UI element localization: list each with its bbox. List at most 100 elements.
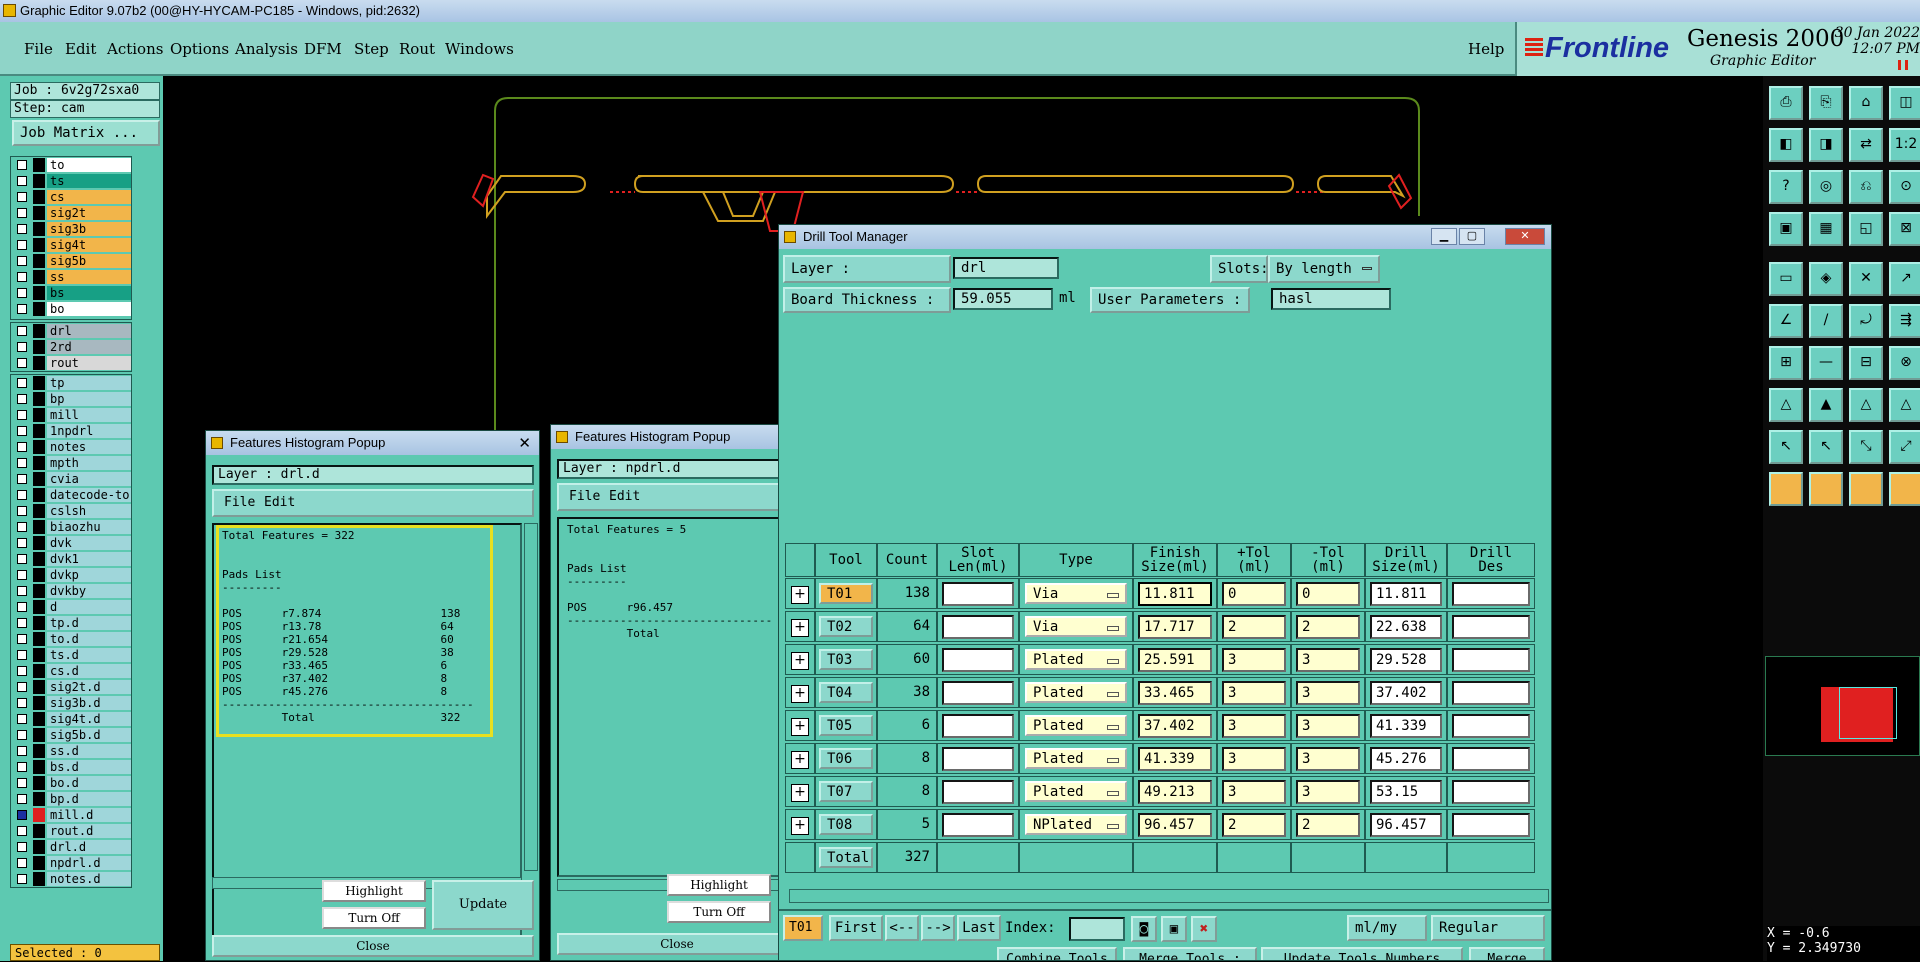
tool-button[interactable]: ⎙	[1769, 86, 1803, 120]
tool-button[interactable]	[1769, 472, 1803, 506]
drill-size-input[interactable]: 11.811	[1370, 582, 1442, 606]
layer-row[interactable]: drl	[11, 323, 131, 339]
update-tools-numbers-button[interactable]: Update Tools Numbers	[1261, 947, 1463, 960]
tool-name[interactable]: T08	[819, 814, 873, 835]
layer-checkbox[interactable]	[17, 794, 27, 804]
type-select[interactable]: Plated	[1025, 682, 1127, 703]
finish-size-input[interactable]: 96.457	[1138, 813, 1212, 837]
histogram-menu-edit[interactable]: Edit	[609, 489, 640, 504]
layer-checkbox[interactable]	[17, 762, 27, 772]
tool-button[interactable]: ↗	[1889, 262, 1920, 296]
layer-row[interactable]: sig3b	[11, 221, 131, 237]
tool-button[interactable]	[1849, 472, 1883, 506]
type-select[interactable]: Plated	[1025, 715, 1127, 736]
layer-checkbox[interactable]	[17, 826, 27, 836]
tool-name[interactable]: T06	[819, 748, 873, 769]
drill-size-input[interactable]: 45.276	[1370, 747, 1442, 771]
update-button[interactable]: Update	[432, 880, 534, 930]
tool-button[interactable]: ⊠	[1889, 212, 1920, 246]
drill-des-input[interactable]	[1452, 747, 1530, 771]
tool-button[interactable]: △	[1849, 388, 1883, 422]
finish-size-input[interactable]: 41.339	[1138, 747, 1212, 771]
tool-button[interactable]: ⌂	[1849, 86, 1883, 120]
menu-options[interactable]: Options	[170, 40, 229, 58]
layer-checkbox[interactable]	[17, 326, 27, 336]
minus-tol-input[interactable]: 3	[1296, 714, 1360, 738]
layer-checkbox[interactable]	[17, 358, 27, 368]
turn-off-button[interactable]: Turn Off	[667, 901, 771, 923]
slot-len-input[interactable]	[942, 813, 1014, 837]
layer-row[interactable]: sig2t.d	[11, 679, 131, 695]
last-button[interactable]: Last	[957, 915, 1001, 941]
layer-checkbox[interactable]	[17, 570, 27, 580]
layer-row[interactable]: to.d	[11, 631, 131, 647]
layer-row[interactable]: notes	[11, 439, 131, 455]
finish-size-input[interactable]: 49.213	[1138, 780, 1212, 804]
expand-icon[interactable]: +	[791, 751, 809, 769]
layer-row[interactable]: sig5b.d	[11, 727, 131, 743]
drill-des-input[interactable]	[1452, 681, 1530, 705]
tool-button[interactable]: ⊙	[1889, 170, 1920, 204]
units-select[interactable]: ml/my	[1347, 915, 1427, 941]
minus-tol-input[interactable]: 3	[1296, 648, 1360, 672]
type-select[interactable]: Via	[1025, 616, 1127, 637]
tool-button[interactable]: ◱	[1849, 212, 1883, 246]
type-select[interactable]: Plated	[1025, 781, 1127, 802]
layer-row[interactable]: sig3b.d	[11, 695, 131, 711]
finish-size-input[interactable]: 17.717	[1138, 615, 1212, 639]
tool-button[interactable]: ◈	[1809, 262, 1843, 296]
tool-button[interactable]: ◫	[1889, 86, 1920, 120]
drill-des-input[interactable]	[1452, 780, 1530, 804]
type-select[interactable]: NPlated	[1025, 814, 1127, 835]
slot-len-input[interactable]	[942, 648, 1014, 672]
drill-size-input[interactable]: 22.638	[1370, 615, 1442, 639]
slot-len-input[interactable]	[942, 615, 1014, 639]
layer-row[interactable]: dvk1	[11, 551, 131, 567]
layer-row[interactable]: npdrl.d	[11, 855, 131, 871]
layer-checkbox[interactable]	[17, 554, 27, 564]
menu-step[interactable]: Step	[354, 40, 389, 58]
slot-len-input[interactable]	[942, 714, 1014, 738]
layer-row[interactable]: ts.d	[11, 647, 131, 663]
tool-button[interactable]: △	[1769, 388, 1803, 422]
layer-row[interactable]: rout	[11, 355, 131, 371]
table-horizontal-scrollbar[interactable]	[789, 889, 1549, 903]
expand-icon[interactable]: +	[791, 784, 809, 802]
layer-checkbox[interactable]	[17, 442, 27, 452]
menu-dfm[interactable]: DFM	[304, 40, 342, 58]
minus-tol-input[interactable]: 2	[1296, 615, 1360, 639]
drill-size-input[interactable]: 37.402	[1370, 681, 1442, 705]
mode-select[interactable]: Regular	[1431, 915, 1545, 941]
expand-icon[interactable]: +	[791, 685, 809, 703]
tool-button[interactable]: ?	[1769, 170, 1803, 204]
tool-button[interactable]: ⤾	[1849, 304, 1883, 338]
layer-row[interactable]: sig5b	[11, 253, 131, 269]
layer-row[interactable]: cvia	[11, 471, 131, 487]
layer-checkbox[interactable]	[17, 618, 27, 628]
plus-tol-input[interactable]: 3	[1222, 648, 1286, 672]
layer-row[interactable]: bp	[11, 391, 131, 407]
layer-row[interactable]: bs	[11, 285, 131, 301]
merge-tools-button[interactable]: Merge Tools :	[1123, 947, 1257, 960]
histogram-menu-edit[interactable]: Edit	[264, 495, 295, 510]
layer-checkbox[interactable]	[17, 426, 27, 436]
layer-checkbox[interactable]	[17, 746, 27, 756]
layer-row[interactable]: 2rd	[11, 339, 131, 355]
layer-row[interactable]: dvkby	[11, 583, 131, 599]
layer-row[interactable]: bp.d	[11, 791, 131, 807]
layer-row[interactable]: ts	[11, 173, 131, 189]
layer-checkbox[interactable]	[17, 394, 27, 404]
close-button[interactable]: Close	[212, 935, 534, 957]
tool-button[interactable]	[1809, 472, 1843, 506]
layer-checkbox[interactable]	[17, 192, 27, 202]
prev-button[interactable]: <--	[885, 915, 919, 941]
expand-icon[interactable]: +	[791, 718, 809, 736]
minus-tol-input[interactable]: 2	[1296, 813, 1360, 837]
layer-row[interactable]: bo	[11, 301, 131, 317]
overview-map[interactable]	[1765, 656, 1920, 756]
layer-checkbox[interactable]	[17, 506, 27, 516]
layer-row[interactable]: mill	[11, 407, 131, 423]
vertical-scrollbar[interactable]	[524, 523, 538, 871]
layer-checkbox[interactable]	[17, 714, 27, 724]
finish-size-input[interactable]: 33.465	[1138, 681, 1212, 705]
